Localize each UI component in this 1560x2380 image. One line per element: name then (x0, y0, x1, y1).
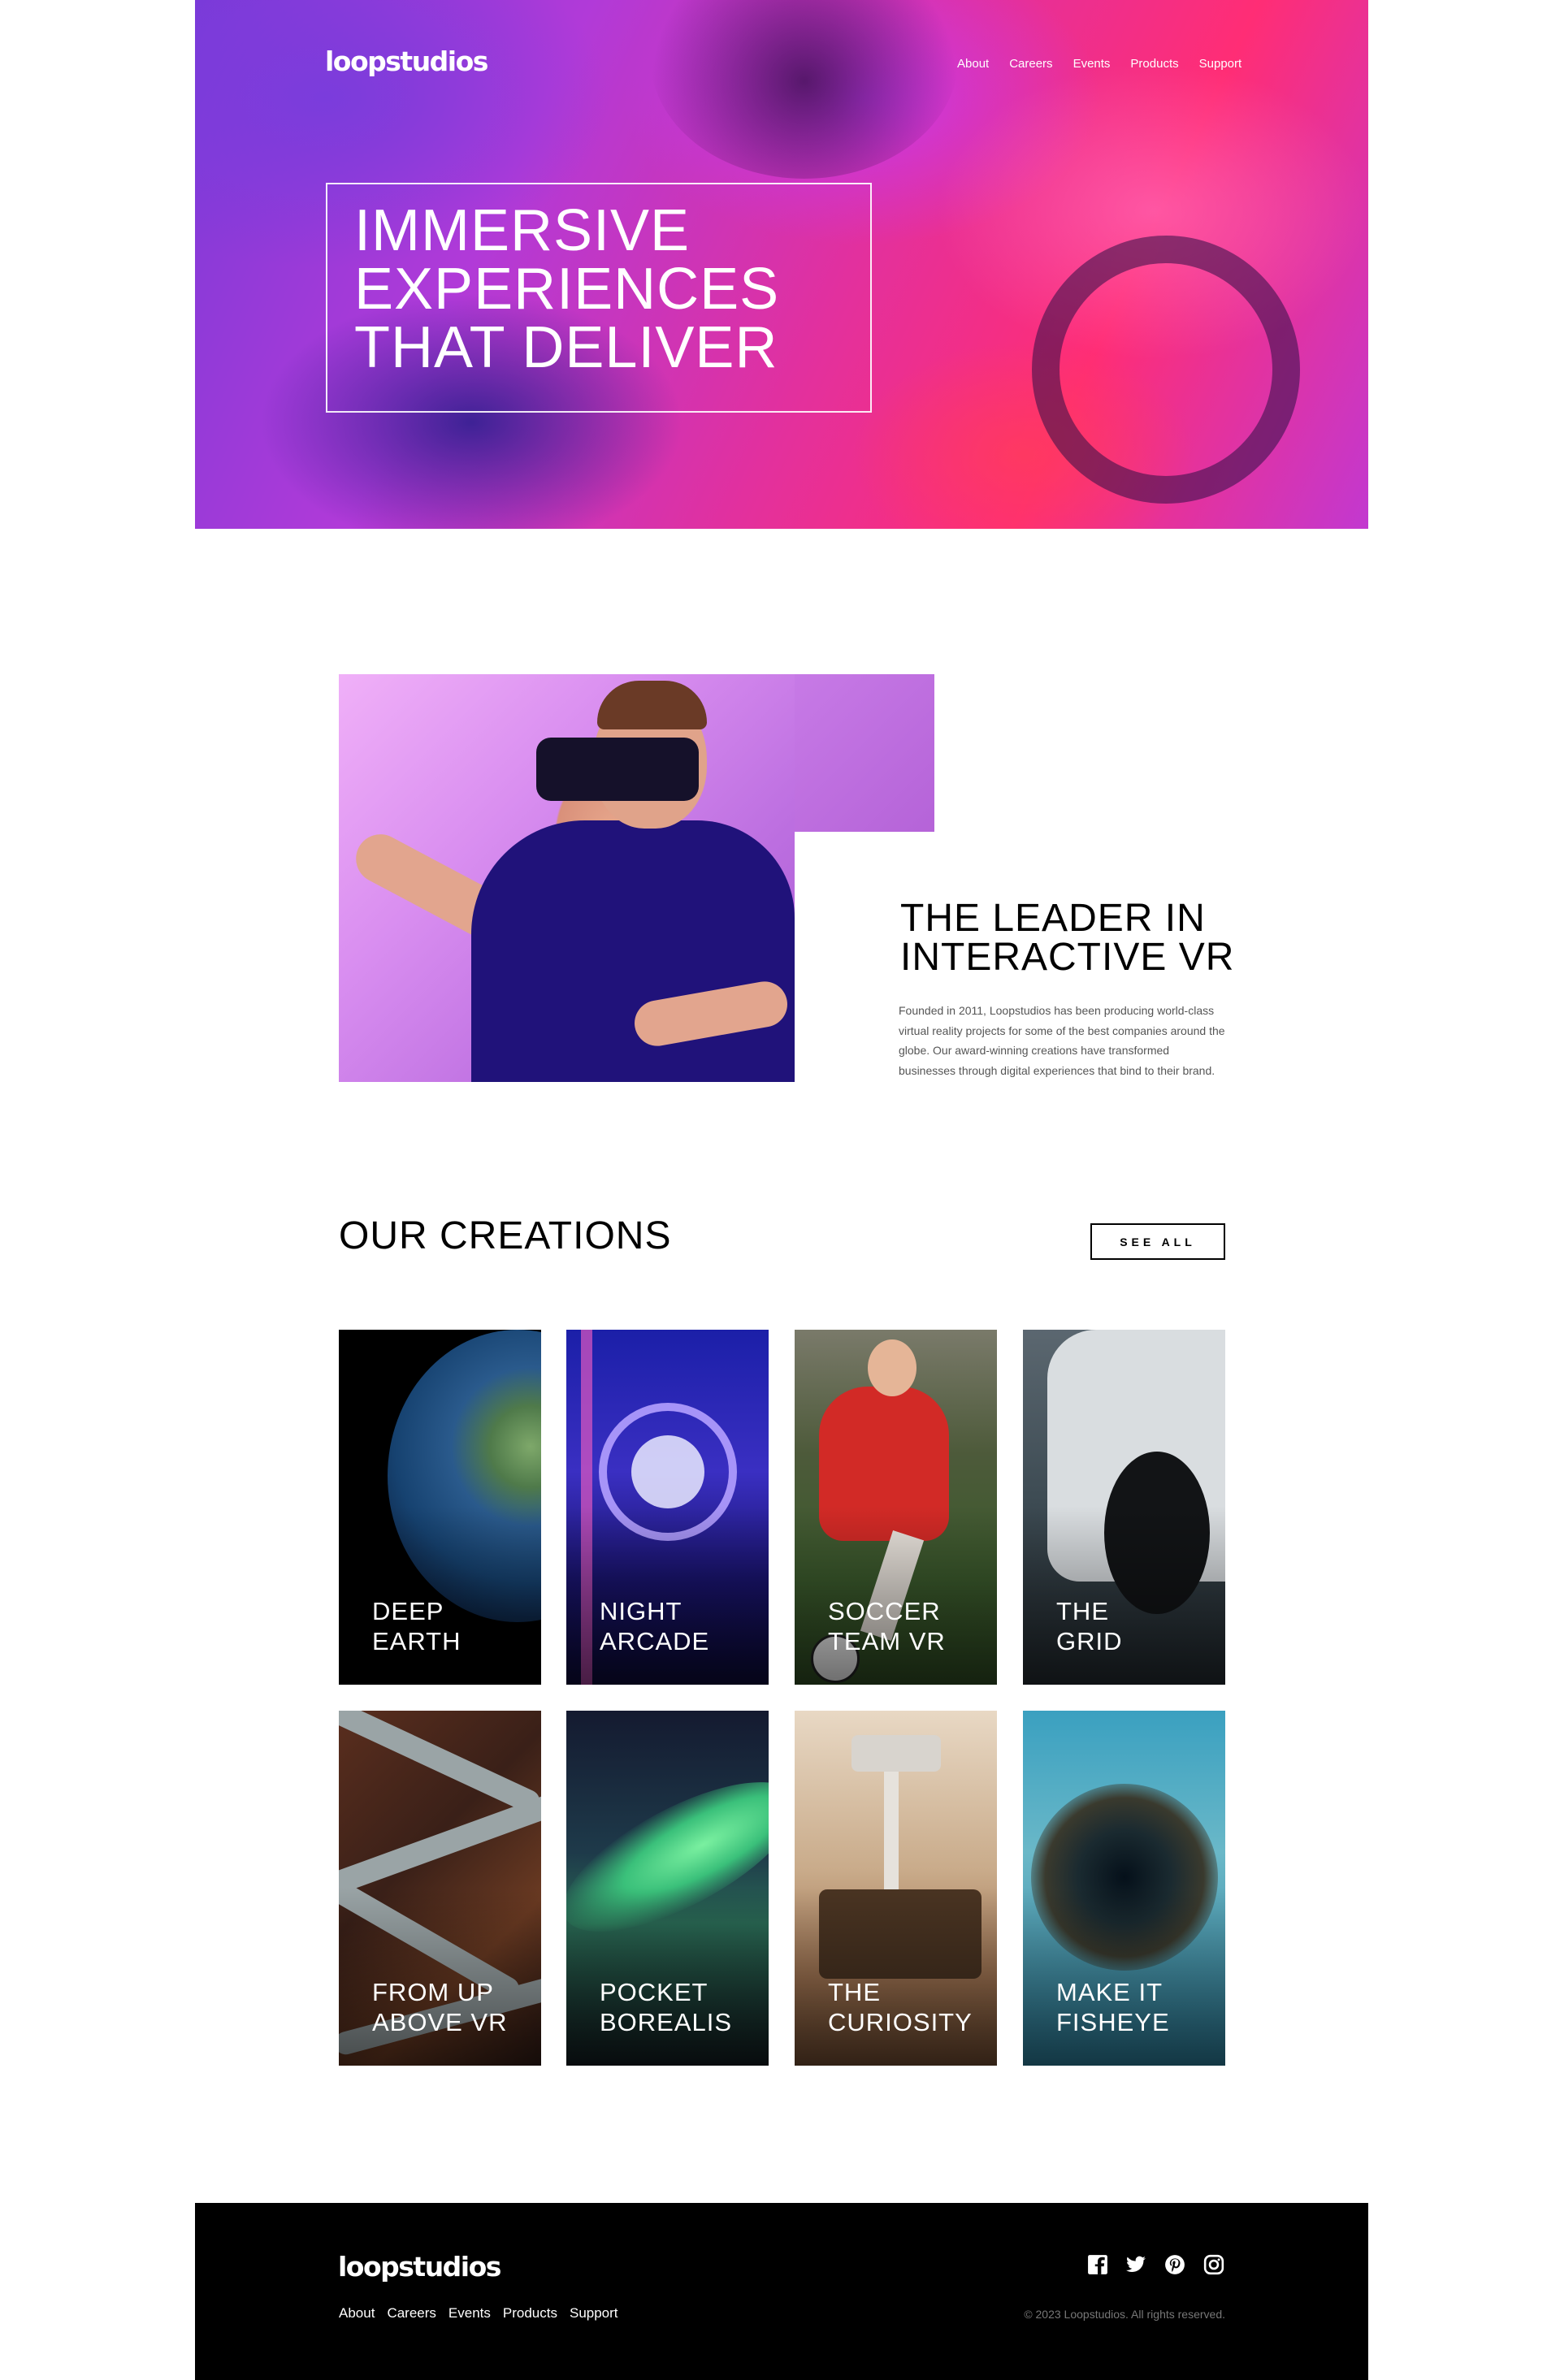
nav-products[interactable]: Products (1130, 57, 1178, 71)
copyright-text: © 2023 Loopstudios. All rights reserved. (1024, 2308, 1225, 2321)
hero-rider-shape (650, 0, 959, 179)
creation-card-soccer-team-vr[interactable]: SOCCER TEAM VR (795, 1330, 997, 1685)
creation-card-from-up-above-vr[interactable]: FROM UP ABOVE VR (339, 1711, 541, 2066)
creation-card-label: FROM UP ABOVE VR (372, 1978, 508, 2036)
see-all-button[interactable]: SEE ALL (1090, 1223, 1225, 1260)
intro-text: Founded in 2011, Loopstudios has been pr… (899, 1004, 1225, 1077)
footer-nav-products[interactable]: Products (503, 2305, 557, 2322)
nav-support[interactable]: Support (1199, 57, 1242, 71)
footer-logo[interactable]: loopstudios (338, 2251, 501, 2283)
header-logo[interactable]: loopstudios (325, 45, 488, 77)
hero-title-line: IMMERSIVE (354, 198, 691, 263)
creation-card-the-grid[interactable]: THE GRID (1023, 1330, 1225, 1685)
nav-about[interactable]: About (957, 57, 989, 71)
intro-title: THE LEADER IN INTERACTIVE VR (900, 899, 1234, 977)
creation-card-label: THE CURIOSITY (828, 1978, 973, 2036)
creation-card-label: POCKET BOREALIS (600, 1978, 733, 2036)
creations-title: OUR CREATIONS (339, 1214, 672, 1257)
creation-card-make-it-fisheye[interactable]: MAKE IT FISHEYE (1023, 1711, 1225, 2066)
creation-card-label: DEEP EARTH (372, 1597, 462, 1655)
nav-careers[interactable]: Careers (1009, 57, 1052, 71)
footer-nav-events[interactable]: Events (448, 2305, 491, 2322)
twitter-icon[interactable] (1125, 2254, 1146, 2275)
creation-card-label: MAKE IT FISHEYE (1056, 1978, 1170, 2036)
vr-headset-icon (536, 738, 699, 801)
footer-nav-careers[interactable]: Careers (387, 2305, 436, 2322)
roads-image (339, 1711, 541, 1817)
facebook-icon[interactable] (1087, 2254, 1108, 2275)
hero-title: IMMERSIVE EXPERIENCES THAT DELIVER (354, 201, 858, 377)
creation-card-night-arcade[interactable]: NIGHT ARCADE (566, 1330, 769, 1685)
footer-nav: About Careers Events Products Support (339, 2305, 618, 2322)
hero-steering-wheel (1032, 236, 1300, 504)
intro-title-line: INTERACTIVE VR (900, 936, 1235, 979)
footer (195, 2203, 1368, 2380)
footer-nav-support[interactable]: Support (570, 2305, 618, 2322)
hero-title-line: THAT DELIVER (354, 315, 778, 380)
instagram-icon[interactable] (1203, 2254, 1224, 2275)
footer-nav-about[interactable]: About (339, 2305, 375, 2322)
creation-card-label: NIGHT ARCADE (600, 1597, 710, 1655)
creation-card-label: THE GRID (1056, 1597, 1123, 1655)
creation-card-pocket-borealis[interactable]: POCKET BOREALIS (566, 1711, 769, 2066)
intro-image-corner (795, 674, 934, 832)
header-nav: About Careers Events Products Support (957, 57, 1242, 71)
creation-card-deep-earth[interactable]: DEEP EARTH (339, 1330, 541, 1685)
pinterest-icon[interactable] (1164, 2254, 1185, 2275)
creation-card-the-curiosity[interactable]: THE CURIOSITY (795, 1711, 997, 2066)
creation-card-label: SOCCER TEAM VR (828, 1597, 946, 1655)
intro-title-line: THE LEADER IN (900, 897, 1206, 940)
nav-events[interactable]: Events (1073, 57, 1111, 71)
intro-figure-shirt (471, 820, 795, 1082)
hero-title-line: EXPERIENCES (354, 257, 780, 322)
